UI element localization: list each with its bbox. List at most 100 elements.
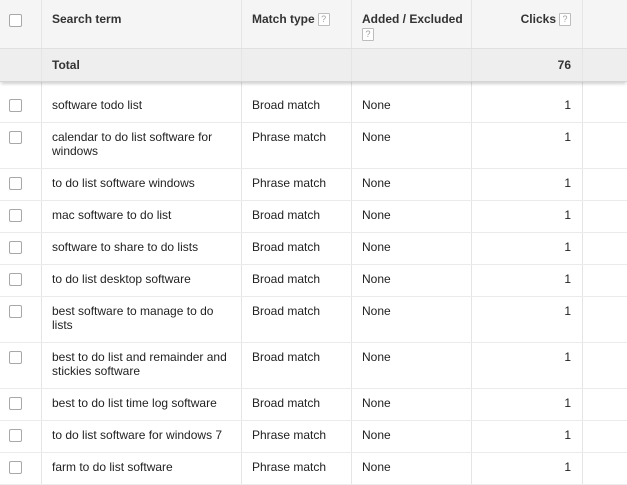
row-checkbox[interactable] — [9, 273, 22, 286]
row-select-cell — [0, 233, 42, 264]
table-header-row: Search term Match type? Added / Excluded… — [0, 0, 627, 49]
table-row: best to do list and remainder and sticki… — [0, 343, 627, 389]
added-excluded-cell: None — [352, 389, 472, 420]
search-term-cell: calendar to do list software for windows — [42, 123, 242, 168]
clicks-cell: 1 — [472, 233, 583, 264]
table-row: best software to manage to do lists Broa… — [0, 297, 627, 343]
match-type-cell: Phrase match — [242, 453, 352, 484]
match-type-cell: Phrase match — [242, 123, 352, 168]
row-checkbox[interactable] — [9, 305, 22, 318]
search-term-cell: software to share to do lists — [42, 233, 242, 264]
search-term-cell: software todo list — [42, 91, 242, 122]
row-checkbox[interactable] — [9, 209, 22, 222]
row-extra-cell — [583, 421, 627, 452]
row-extra-cell — [583, 91, 627, 122]
table-row: best to do list time log software Broad … — [0, 389, 627, 421]
spacer-cell — [0, 82, 42, 91]
clicks-cell: 1 — [472, 91, 583, 122]
spacer-cell — [352, 82, 472, 91]
added-excluded-cell: None — [352, 169, 472, 200]
match-type-cell: Broad match — [242, 389, 352, 420]
table-row: calendar to do list software for windows… — [0, 123, 627, 169]
row-checkbox[interactable] — [9, 351, 22, 364]
row-extra-cell — [583, 343, 627, 388]
total-select-cell — [0, 49, 42, 81]
row-extra-cell — [583, 169, 627, 200]
added-excluded-cell: None — [352, 297, 472, 342]
clicks-cell: 1 — [472, 421, 583, 452]
match-type-cell: Broad match — [242, 265, 352, 296]
match-type-cell: Phrase match — [242, 169, 352, 200]
spacer-row — [0, 82, 627, 91]
search-term-cell: to do list desktop software — [42, 265, 242, 296]
added-excluded-cell: None — [352, 453, 472, 484]
header-match-type[interactable]: Match type? — [242, 0, 352, 48]
clicks-cell: 1 — [472, 297, 583, 342]
row-checkbox[interactable] — [9, 461, 22, 474]
row-extra-cell — [583, 123, 627, 168]
row-checkbox[interactable] — [9, 99, 22, 112]
table-row: to do list software windows Phrase match… — [0, 169, 627, 201]
table-row: farm to do list software Phrase match No… — [0, 453, 627, 485]
added-excluded-cell: None — [352, 265, 472, 296]
table-row: mac software to do list Broad match None… — [0, 201, 627, 233]
clicks-cell: 1 — [472, 169, 583, 200]
header-clicks[interactable]: Clicks? — [472, 0, 583, 48]
clicks-cell: 1 — [472, 343, 583, 388]
row-extra-cell — [583, 297, 627, 342]
row-select-cell — [0, 169, 42, 200]
added-excluded-cell: None — [352, 201, 472, 232]
header-search-term[interactable]: Search term — [42, 0, 242, 48]
row-checkbox[interactable] — [9, 397, 22, 410]
row-checkbox[interactable] — [9, 131, 22, 144]
header-added-excluded-label: Added / Excluded — [362, 12, 463, 26]
added-excluded-cell: None — [352, 421, 472, 452]
row-select-cell — [0, 421, 42, 452]
row-select-cell — [0, 201, 42, 232]
added-excluded-cell: None — [352, 91, 472, 122]
clicks-cell: 1 — [472, 201, 583, 232]
select-all-checkbox[interactable] — [9, 14, 22, 27]
table-body: software todo list Broad match None 1 ca… — [0, 91, 627, 485]
help-icon[interactable]: ? — [559, 13, 571, 26]
search-term-cell: to do list software for windows 7 — [42, 421, 242, 452]
row-extra-cell — [583, 233, 627, 264]
header-clicks-label: Clicks — [520, 12, 556, 26]
row-checkbox[interactable] — [9, 177, 22, 190]
total-clicks: 76 — [472, 49, 583, 81]
clicks-cell: 1 — [472, 453, 583, 484]
row-extra-cell — [583, 201, 627, 232]
match-type-cell: Broad match — [242, 233, 352, 264]
total-added-cell — [352, 49, 472, 81]
row-select-cell — [0, 453, 42, 484]
search-term-cell: farm to do list software — [42, 453, 242, 484]
added-excluded-cell: None — [352, 123, 472, 168]
row-checkbox[interactable] — [9, 429, 22, 442]
search-term-cell: mac software to do list — [42, 201, 242, 232]
match-type-cell: Broad match — [242, 201, 352, 232]
total-row: Total 76 — [0, 49, 627, 82]
help-icon[interactable]: ? — [317, 13, 330, 26]
row-extra-cell — [583, 265, 627, 296]
spacer-cell — [583, 82, 627, 91]
row-select-cell — [0, 123, 42, 168]
total-extra-cell — [583, 49, 627, 81]
match-type-cell: Broad match — [242, 343, 352, 388]
row-checkbox[interactable] — [9, 241, 22, 254]
header-added-excluded[interactable]: Added / Excluded ? — [352, 0, 472, 48]
search-term-cell: to do list software windows — [42, 169, 242, 200]
search-term-cell: best software to manage to do lists — [42, 297, 242, 342]
spacer-cell — [472, 82, 583, 91]
added-excluded-cell: None — [352, 343, 472, 388]
match-type-cell: Phrase match — [242, 421, 352, 452]
header-search-term-label: Search term — [52, 12, 122, 26]
row-extra-cell — [583, 453, 627, 484]
total-match-cell — [242, 49, 352, 81]
help-icon[interactable]: ? — [362, 28, 374, 41]
row-select-cell — [0, 389, 42, 420]
header-extra-cell — [583, 0, 627, 48]
search-terms-table: Search term Match type? Added / Excluded… — [0, 0, 627, 485]
header-match-type-label: Match type — [252, 12, 315, 26]
clicks-cell: 1 — [472, 123, 583, 168]
match-type-cell: Broad match — [242, 297, 352, 342]
